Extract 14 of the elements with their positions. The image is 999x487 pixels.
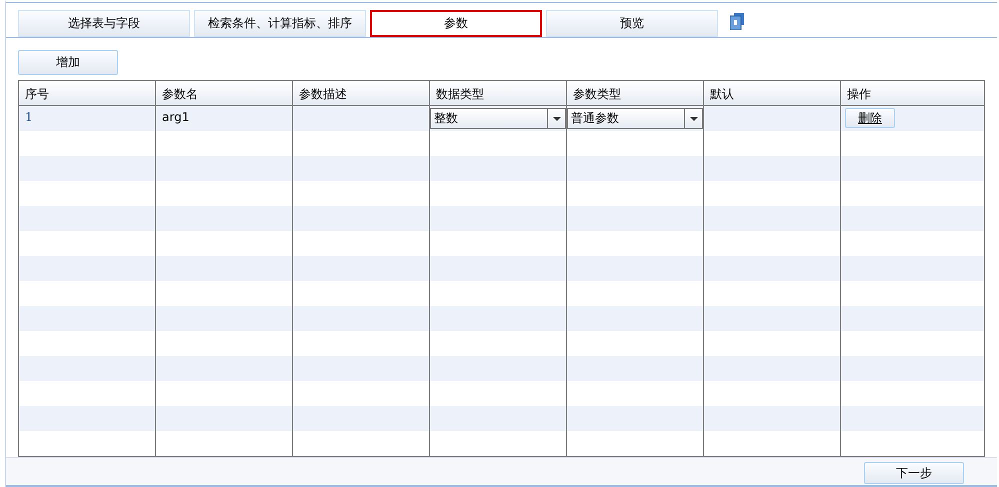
param-type-dropdown[interactable]: 普通参数 [567, 108, 703, 129]
table-cell: 1 [19, 106, 156, 131]
table-cell: arg1 [156, 106, 293, 131]
tab[interactable]: 检索条件、计算指标、排序 [194, 10, 366, 37]
delete-button[interactable]: 删除 [845, 108, 895, 128]
caret-icon [690, 116, 698, 120]
column-header: 操作 [846, 86, 872, 103]
tab[interactable]: 选择表与字段 [18, 10, 190, 37]
data-type-dropdown[interactable]: 整数 [430, 108, 566, 129]
tab[interactable]: 预览 [546, 10, 718, 37]
next-button[interactable]: 下一步 [864, 462, 964, 484]
caret-icon [552, 116, 560, 120]
add-button[interactable]: 增加 [18, 50, 118, 75]
tab[interactable]: 参数 [370, 10, 542, 37]
